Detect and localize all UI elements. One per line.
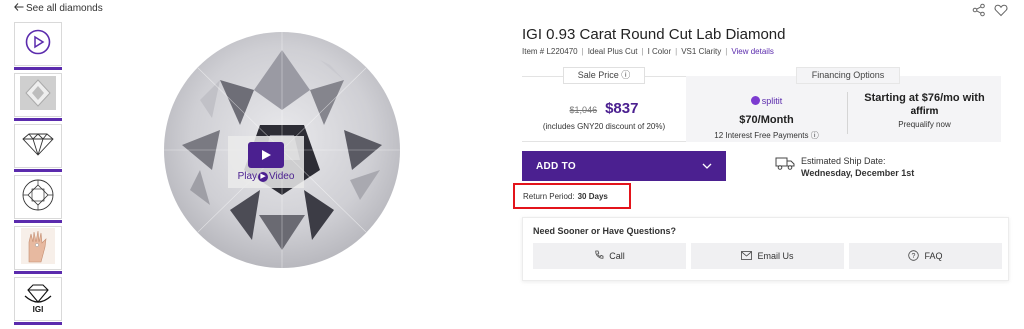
email-label: Email Us	[757, 251, 794, 261]
thumbnail-side-profile[interactable]	[14, 124, 62, 172]
chevron-down-icon	[702, 161, 712, 172]
original-price: $1,046	[569, 105, 598, 115]
return-period-value: 30 Days	[577, 191, 608, 201]
clarity-grade: VS1 Clarity	[681, 47, 722, 56]
help-box: Need Sooner or Have Questions? Call Emai…	[522, 217, 1009, 281]
affirm-logo: affirm	[910, 106, 939, 117]
splitit-subtext: 12 Interest Free Payments ⓘ	[686, 130, 847, 141]
diamond-top-icon	[21, 178, 55, 217]
affirm-headline: Starting at $76/mo with	[864, 92, 985, 104]
play-circle-icon	[25, 29, 51, 60]
call-button[interactable]: Call	[533, 243, 686, 269]
play-video-button[interactable]: Play ▶ Video	[228, 136, 304, 188]
igi-logo-icon: IGI	[21, 280, 55, 319]
heart-icon[interactable]	[994, 3, 1008, 17]
truck-icon	[775, 155, 795, 176]
add-to-button[interactable]: ADD TO	[522, 151, 726, 181]
svg-text:IGI: IGI	[33, 305, 44, 314]
thumbnail-igi-certificate[interactable]: IGI	[14, 277, 62, 325]
cut-grade: Ideal Plus Cut	[587, 47, 638, 56]
info-icon[interactable]: ⓘ	[809, 131, 819, 140]
meta-separator: |	[641, 47, 644, 56]
circle-play-icon: ▶	[258, 171, 269, 182]
splitit-amount: $70/Month	[739, 114, 794, 126]
hand-icon	[21, 227, 55, 269]
ship-date-value: Wednesday, December 1st	[801, 168, 915, 178]
financing-options-tab: Financing Options	[796, 67, 900, 84]
meta-separator: |	[725, 47, 728, 56]
play-icon	[248, 142, 284, 168]
splitit-logo: splitit	[750, 95, 783, 106]
thumbnail-hand-scale[interactable]	[14, 226, 62, 274]
svg-text:?: ?	[912, 253, 916, 260]
play-label-suffix: Video	[269, 171, 295, 182]
thumbnail-top-view[interactable]	[14, 175, 62, 223]
play-label-prefix: Play	[237, 171, 258, 182]
return-period: Return Period: 30 Days	[513, 183, 631, 209]
arrow-left-icon	[14, 3, 24, 14]
call-label: Call	[609, 251, 625, 261]
splitit-logo-icon	[750, 96, 760, 105]
thumbnail-strip: IGI	[14, 22, 64, 328]
thumbnail-photo[interactable]	[14, 73, 62, 121]
faq-button[interactable]: ? FAQ	[849, 243, 1002, 269]
share-icon[interactable]	[972, 3, 986, 17]
back-link[interactable]: See all diamonds	[14, 3, 103, 14]
discount-note: (includes GNY20 discount of 20%)	[542, 122, 666, 131]
ship-date-label: Estimated Ship Date:	[801, 156, 886, 166]
sale-price-block: $1,046 $837 (includes GNY20 discount of …	[522, 100, 686, 131]
prequalify-link[interactable]: Prequalify now	[848, 120, 1001, 129]
info-icon[interactable]: ⓘ	[619, 70, 630, 80]
help-title: Need Sooner or Have Questions?	[533, 226, 677, 236]
view-details-link[interactable]: View details	[731, 47, 774, 56]
color-grade: I Color	[647, 47, 672, 56]
sale-price: $837	[605, 100, 639, 117]
sale-price-tab-label: Sale Price	[577, 70, 619, 80]
back-link-label: See all diamonds	[26, 3, 103, 14]
play-video-label: Play ▶ Video	[238, 171, 295, 182]
diamond-photo-icon	[20, 75, 56, 115]
sale-price-tab: Sale Price ⓘ	[563, 67, 645, 84]
ship-date: Estimated Ship Date: Wednesday, December…	[775, 155, 914, 179]
diamond-side-icon	[19, 131, 57, 162]
splitit-subtext-label: 12 Interest Free Payments	[714, 131, 809, 140]
question-circle-icon: ?	[908, 249, 920, 263]
meta-separator: |	[581, 47, 584, 56]
add-to-label: ADD TO	[536, 160, 576, 172]
affirm-option[interactable]: Starting at $76/mo with affirm Prequalif…	[848, 92, 1001, 129]
meta-separator: |	[675, 47, 678, 56]
product-title: IGI 0.93 Carat Round Cut Lab Diamond	[522, 26, 786, 43]
item-number: Item # L220470	[522, 47, 578, 56]
return-period-label: Return Period:	[523, 191, 575, 201]
email-us-button[interactable]: Email Us	[691, 243, 844, 269]
thumbnail-video[interactable]	[14, 22, 62, 70]
product-meta: Item # L220470 | Ideal Plus Cut | I Colo…	[522, 47, 774, 56]
email-icon	[741, 250, 753, 262]
diamond-image: Play ▶ Video	[160, 30, 404, 270]
faq-label: FAQ	[924, 251, 943, 261]
splitit-option[interactable]: splitit $70/Month 12 Interest Free Payme…	[686, 92, 847, 141]
splitit-logo-text: splitit	[761, 95, 783, 106]
phone-icon	[594, 250, 604, 262]
